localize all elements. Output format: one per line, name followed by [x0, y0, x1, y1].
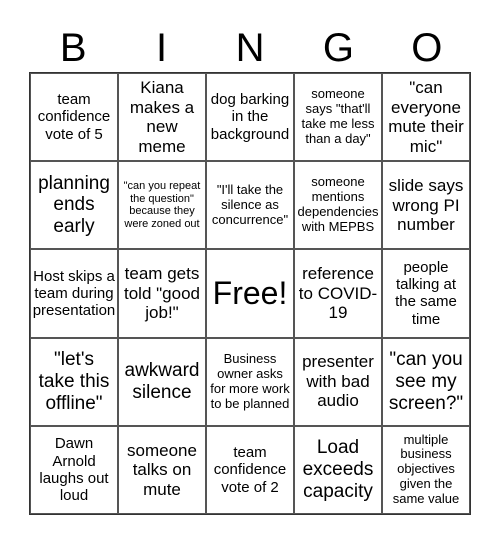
bingo-cell-text: Kiana makes a new meme: [129, 78, 195, 156]
bingo-cell-text: Business owner asks for more work to be …: [210, 350, 290, 411]
bingo-cell-text: team confidence vote of 2: [213, 444, 287, 496]
bingo-cell[interactable]: "I'll take the silence as concurrence": [206, 161, 294, 250]
bingo-cell-text: presenter with bad audio: [302, 352, 374, 411]
bingo-cell-text: slide says wrong PI number: [388, 175, 464, 235]
bingo-cell[interactable]: someone says "that'll take me less than …: [294, 73, 382, 162]
bingo-cell[interactable]: Load exceeds capacity: [294, 425, 382, 514]
bingo-cell[interactable]: Kiana makes a new meme: [118, 73, 206, 162]
header-letter-b: B: [59, 26, 87, 70]
header-letter-g: G: [322, 26, 354, 70]
bingo-cell-text: "can you see my screen?": [388, 348, 464, 414]
bingo-header: B I N G O: [29, 20, 471, 72]
bingo-cell-text: "let's take this offline": [38, 348, 110, 414]
bingo-cell-text: Dawn Arnold laughs out loud: [39, 435, 109, 505]
bingo-cell-text: team gets told "good job!": [124, 264, 200, 323]
bingo-cell-text: awkward silence: [124, 359, 200, 403]
bingo-cell-text: team confidence vote of 5: [37, 91, 111, 143]
bingo-cell[interactable]: reference to COVID-19: [294, 249, 382, 338]
bingo-cell-text: "I'll take the silence as concurrence": [211, 181, 289, 227]
bingo-cell[interactable]: "can everyone mute their mic": [382, 73, 470, 162]
bingo-cell[interactable]: team confidence vote of 2: [206, 425, 294, 514]
bingo-cell-text: Host skips a team during presentation: [32, 267, 116, 320]
header-letter-i: I: [156, 26, 168, 70]
bingo-cell-text: people talking at the same time: [395, 258, 457, 328]
bingo-cell[interactable]: someone talks on mute: [118, 425, 206, 514]
bingo-cell-text: Load exceeds capacity: [302, 437, 374, 502]
bingo-cell[interactable]: someone mentions dependencies with MEPBS: [294, 161, 382, 250]
bingo-cell-text: "can everyone mute their mic": [388, 78, 464, 156]
free-space-cell[interactable]: Free!: [206, 249, 294, 338]
bingo-cell[interactable]: team gets told "good job!": [118, 249, 206, 338]
bingo-cell[interactable]: Dawn Arnold laughs out loud: [30, 425, 118, 514]
bingo-cell[interactable]: dog barking in the background: [206, 73, 294, 162]
bingo-grid: team confidence vote of 5 Kiana makes a n…: [29, 72, 471, 515]
bingo-cell[interactable]: awkward silence: [118, 337, 206, 426]
header-letter-o: O: [411, 26, 443, 70]
bingo-cell[interactable]: planning ends early: [30, 161, 118, 250]
bingo-cell[interactable]: "can you see my screen?": [382, 337, 470, 426]
bingo-cell-text: dog barking in the background: [210, 91, 290, 143]
bingo-cell-text: someone mentions dependencies with MEPBS: [297, 174, 379, 235]
bingo-cell[interactable]: slide says wrong PI number: [382, 161, 470, 250]
bingo-cell-text: someone says "that'll take me less than …: [301, 86, 375, 147]
bingo-cell[interactable]: people talking at the same time: [382, 249, 470, 338]
bingo-cell-text: someone talks on mute: [127, 440, 197, 499]
bingo-cell[interactable]: "can you repeat the question" because th…: [118, 161, 206, 250]
free-space-label: Free!: [212, 275, 288, 312]
bingo-cell[interactable]: Business owner asks for more work to be …: [206, 337, 294, 426]
bingo-cell[interactable]: team confidence vote of 5: [30, 73, 118, 162]
bingo-cell[interactable]: presenter with bad audio: [294, 337, 382, 426]
bingo-cell-text: multiple business objectives given the s…: [392, 431, 460, 507]
bingo-cell[interactable]: multiple business objectives given the s…: [382, 425, 470, 514]
bingo-cell-text: "can you repeat the question" because th…: [123, 180, 201, 230]
bingo-cell[interactable]: "let's take this offline": [30, 337, 118, 426]
bingo-cell-text: planning ends early: [38, 172, 110, 238]
bingo-cell[interactable]: Host skips a team during presentation: [30, 249, 118, 338]
bingo-cell-text: reference to COVID-19: [298, 264, 378, 323]
header-letter-n: N: [235, 26, 265, 70]
